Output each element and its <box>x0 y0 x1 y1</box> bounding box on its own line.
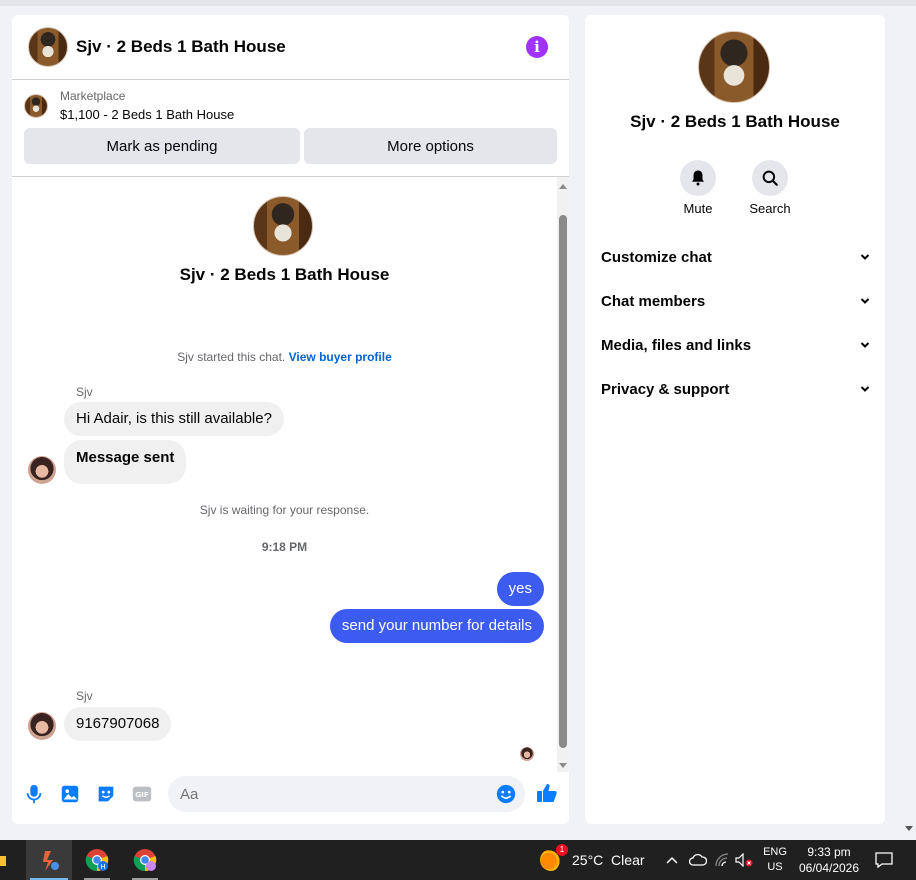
tool-app-icon <box>38 849 60 871</box>
taskbar: H 1 25°C Clear ENG US 9:33 pm 06/04/2026 <box>0 840 916 880</box>
weather-icon: 1 <box>540 844 568 871</box>
chrome-icon: H <box>85 849 109 872</box>
incoming-message[interactable]: Hi Adair, is this still available? <box>64 402 284 436</box>
message-timestamp: 9:18 PM <box>261 540 308 554</box>
mute-action[interactable]: Mute <box>668 160 728 216</box>
thread-avatar <box>253 196 313 256</box>
notifications-button[interactable] <box>872 840 896 880</box>
chrome-icon <box>133 849 157 872</box>
show-hidden-icons[interactable] <box>664 840 680 880</box>
weather-text: 25°C Clear <box>572 852 645 868</box>
more-options-button[interactable]: More options <box>304 128 557 164</box>
gif-icon[interactable]: GIF <box>131 783 153 805</box>
mute-label: Mute <box>683 201 713 216</box>
bell-icon <box>692 170 704 186</box>
section-label: Customize chat <box>601 248 712 266</box>
view-buyer-profile-link[interactable]: View buyer profile <box>289 350 392 364</box>
taskbar-chrome-profile-h[interactable]: H <box>74 840 120 880</box>
weather-widget[interactable]: 1 25°C Clear <box>540 840 645 880</box>
page-scroll-down-arrow[interactable] <box>905 826 913 831</box>
language-code: ENG <box>763 846 787 858</box>
clock-date: 06/04/2026 <box>798 861 860 875</box>
customize-chat-section[interactable]: Customize chat <box>601 235 871 279</box>
incoming-message[interactable]: 9167907068 <box>64 707 172 741</box>
thread-title: Sjv · 2 Beds 1 Bath House <box>179 265 390 284</box>
mark-pending-button[interactable]: Mark as pending <box>24 128 300 164</box>
chat-header: Sjv · 2 Beds 1 Bath House i <box>12 15 569 80</box>
top-strip <box>0 0 916 6</box>
taskbar-app-active[interactable] <box>26 840 72 880</box>
chat-panel: Sjv · 2 Beds 1 Bath House i Marketplace … <box>12 15 569 824</box>
message-thread[interactable]: Sjv · 2 Beds 1 Bath House Sjv started th… <box>12 177 557 767</box>
section-label: Privacy & support <box>601 380 730 398</box>
weather-badge: 1 <box>556 844 568 856</box>
folder-icon <box>0 856 6 866</box>
sender-avatar[interactable] <box>28 456 56 484</box>
incoming-message[interactable]: Message sent <box>64 440 187 484</box>
message-input-wrap <box>168 776 525 812</box>
search-icon <box>762 170 778 186</box>
scroll-thumb[interactable] <box>559 215 567 748</box>
info-title: Sjv · 2 Beds 1 Bath House <box>630 112 840 131</box>
media-files-links-section[interactable]: Media, files and links <box>601 323 871 367</box>
section-label: Chat members <box>601 292 706 310</box>
message-input[interactable] <box>168 776 468 812</box>
search-action[interactable]: Search <box>740 160 800 216</box>
chevron-down-icon <box>860 298 870 304</box>
listing-card: Marketplace $1,100 - 2 Beds 1 Bath House… <box>12 80 569 177</box>
composer: GIF <box>12 775 569 813</box>
listing-avatar[interactable] <box>28 27 68 67</box>
taskbar-file-explorer[interactable] <box>0 840 12 880</box>
notification-icon <box>875 852 893 868</box>
sender-name: Sjv <box>76 689 93 703</box>
taskbar-chrome-profile-2[interactable] <box>122 840 168 880</box>
chat-info-panel: Sjv · 2 Beds 1 Bath House Mute Search Cu… <box>585 15 885 824</box>
listing-label: Marketplace <box>60 89 126 103</box>
microphone-icon[interactable] <box>23 783 45 805</box>
listing-thumbnail[interactable] <box>24 93 48 118</box>
chevron-down-icon <box>860 254 870 260</box>
read-receipt-avatar <box>520 747 534 761</box>
chat-members-section[interactable]: Chat members <box>601 279 871 323</box>
waiting-note: Sjv is waiting for your response. <box>199 503 370 517</box>
volume-tray[interactable] <box>734 840 754 880</box>
sticker-icon[interactable] <box>95 783 117 805</box>
language-indicator[interactable]: ENG US <box>760 845 790 875</box>
info-avatar <box>698 31 770 103</box>
clock[interactable]: 9:33 pm 06/04/2026 <box>796 844 862 876</box>
chevron-down-icon <box>860 386 870 392</box>
chevron-down-icon <box>860 342 870 348</box>
scroll-up-arrow[interactable] <box>559 184 567 189</box>
listing-summary[interactable]: $1,100 - 2 Beds 1 Bath House <box>60 107 234 122</box>
outgoing-message[interactable]: send your number for details <box>329 609 544 643</box>
thread-scrollbar[interactable] <box>557 177 569 772</box>
cloud-icon <box>689 853 707 866</box>
chrome-profile-letter: H <box>100 863 105 871</box>
onedrive-tray[interactable] <box>688 840 708 880</box>
emoji-icon[interactable] <box>495 783 517 805</box>
chevron-up-icon <box>666 856 678 864</box>
keyboard-region: US <box>767 861 783 873</box>
image-icon[interactable] <box>59 783 81 805</box>
info-icon[interactable]: i <box>526 36 548 58</box>
sender-avatar[interactable] <box>28 712 56 740</box>
speaker-muted-icon <box>735 853 753 867</box>
search-label: Search <box>749 201 791 216</box>
chat-title[interactable]: Sjv · 2 Beds 1 Bath House <box>76 37 286 57</box>
scroll-down-arrow[interactable] <box>559 763 567 768</box>
network-tray[interactable] <box>712 840 732 880</box>
clock-time: 9:33 pm <box>807 845 851 859</box>
chat-started-text: Sjv started this chat. <box>177 350 286 364</box>
section-label: Media, files and links <box>601 336 752 354</box>
thumbs-up-icon[interactable] <box>535 781 559 805</box>
chat-started-note: Sjv started this chat. View buyer profil… <box>12 350 557 364</box>
privacy-support-section[interactable]: Privacy & support <box>601 367 871 411</box>
sender-name: Sjv <box>76 385 93 399</box>
outgoing-message[interactable]: yes <box>496 572 544 606</box>
wifi-icon <box>715 853 729 867</box>
svg-text:GIF: GIF <box>135 790 149 799</box>
